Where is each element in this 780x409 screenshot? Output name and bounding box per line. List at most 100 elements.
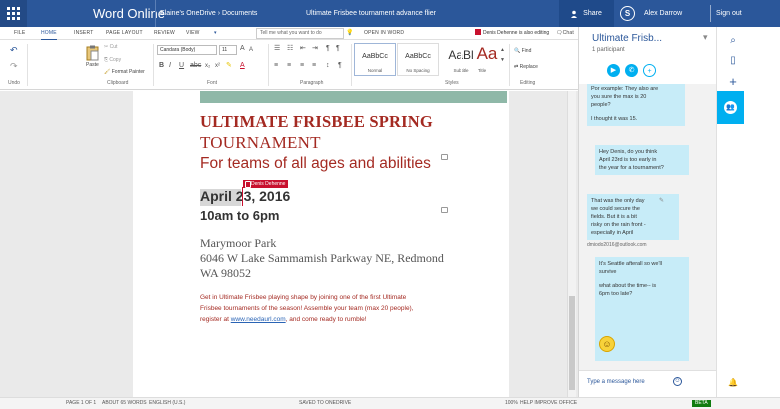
bold-icon[interactable]: B xyxy=(159,62,164,70)
beta-badge: BETA xyxy=(692,400,711,407)
find-button[interactable]: 🔍 Find xyxy=(514,48,531,54)
replace-button[interactable]: ⇄ Replace xyxy=(514,64,538,70)
style-no-spacing[interactable]: AaBbCc No Spacing xyxy=(397,43,439,76)
font-color-icon[interactable]: A xyxy=(240,62,245,70)
event-time[interactable]: 10am to 6pm xyxy=(200,208,279,223)
shrink-font-icon[interactable]: A xyxy=(249,46,253,54)
phone-call-icon[interactable]: ✆ xyxy=(625,64,638,77)
align-left-icon[interactable]: ≡ xyxy=(274,62,278,70)
share-button[interactable]: Share xyxy=(559,0,614,27)
undo-icon[interactable]: ↶ xyxy=(10,46,18,55)
tab-file[interactable]: FILE xyxy=(14,27,25,40)
copy-button[interactable]: ⎘ Copy xyxy=(104,57,121,63)
styles-scroll-down-icon[interactable]: ▼ xyxy=(500,56,505,64)
paragraph-marks-icon[interactable]: ¶ xyxy=(338,62,342,70)
comment-icon[interactable] xyxy=(441,154,448,160)
increase-indent-icon[interactable]: ⇥ xyxy=(312,45,318,53)
notification-bell-icon[interactable]: 🔔 xyxy=(728,378,738,387)
open-in-word-button[interactable]: OPEN IN WORD xyxy=(364,27,404,40)
address-line2[interactable]: 6046 W Lake Sammamish Parkway NE, Redmon… xyxy=(200,251,444,266)
italic-icon[interactable]: I xyxy=(169,62,171,70)
language-status[interactable]: ENGLISH (U.S.) xyxy=(149,400,185,406)
search-icon: 🔍 xyxy=(514,48,521,54)
style-normal[interactable]: AaBbCc Normal xyxy=(354,43,396,76)
lightbulb-icon: 💡 xyxy=(346,30,354,36)
scissors-icon: ✂ xyxy=(104,44,109,50)
coauthor-notice[interactable]: Denis Dehenne is also editing xyxy=(475,27,549,40)
share-icon xyxy=(571,10,578,18)
event-date[interactable]: April 23, 2016 xyxy=(200,188,290,204)
add-icon[interactable]: + xyxy=(726,75,740,89)
document-page[interactable] xyxy=(133,91,509,397)
line-spacing-icon[interactable]: ↕ xyxy=(326,62,330,70)
tab-chat[interactable]: 🗨Chat xyxy=(556,27,574,40)
align-center-icon[interactable]: ≡ xyxy=(287,62,291,70)
scrollbar-thumb[interactable] xyxy=(569,296,575,390)
chat-title[interactable]: Ultimate Frisb... xyxy=(592,33,662,44)
breadcrumb[interactable]: Elaine's OneDrive › Documents xyxy=(160,0,257,27)
decrease-indent-icon[interactable]: ⇤ xyxy=(300,45,306,53)
document-title[interactable]: Ultimate Frisbee tournament advance flie… xyxy=(306,0,436,27)
skype-icon[interactable]: S xyxy=(620,6,635,21)
strikethrough-icon[interactable]: abc xyxy=(190,62,201,70)
zoom-level[interactable]: 100% xyxy=(505,400,518,406)
paste-label[interactable]: Paste xyxy=(86,62,99,68)
chat-input[interactable]: Type a message here ☺ xyxy=(579,370,716,397)
contacts-book-icon[interactable]: ▯ xyxy=(726,54,740,68)
paste-icon[interactable] xyxy=(86,45,99,61)
divider xyxy=(509,44,510,86)
message-line: Por example: They also are xyxy=(591,86,659,92)
rtl-icon[interactable]: ¶ xyxy=(336,45,340,53)
style-title[interactable]: Aa Title xyxy=(461,43,503,76)
app-launcher-icon[interactable] xyxy=(0,0,27,27)
underline-icon[interactable]: U xyxy=(179,62,184,70)
heading-subtitle[interactable]: For teams of all ages and abilities xyxy=(200,155,431,173)
heading-title-line2[interactable]: TOURNAMENT xyxy=(200,133,321,153)
tab-insert[interactable]: INSERT xyxy=(74,27,93,40)
help-improve-link[interactable]: HELP IMPROVE OFFICE xyxy=(520,400,577,406)
search-icon[interactable]: ⌕ xyxy=(726,34,740,48)
add-person-icon[interactable]: + xyxy=(643,64,656,77)
redo-icon[interactable]: ↷ xyxy=(10,62,18,71)
styles-scroll-up-icon[interactable]: ▲ xyxy=(500,46,505,54)
registration-link[interactable]: www.needaurl.com xyxy=(231,316,286,323)
sign-out-link[interactable]: Sign out xyxy=(716,0,742,27)
subscript-icon[interactable]: x₂ xyxy=(205,62,210,70)
body-line3[interactable]: register at www.needaurl.com, and come r… xyxy=(200,315,367,325)
heading-title-line1[interactable]: ULTIMATE FRISBEE SPRING xyxy=(200,112,433,132)
user-name[interactable]: Alex Darrow xyxy=(644,0,682,27)
justify-icon[interactable]: ≡ xyxy=(312,62,316,70)
comment-icon[interactable] xyxy=(441,207,448,213)
edit-pencil-icon[interactable]: ✎ xyxy=(659,197,664,204)
body-line1[interactable]: Get in Ultimate Frisbee playing shape by… xyxy=(200,293,406,303)
numbering-icon[interactable]: ☷ xyxy=(287,45,293,53)
font-size-select[interactable]: 11 xyxy=(219,45,237,55)
format-painter-button[interactable]: 🖌 Format Painter xyxy=(104,69,145,75)
address-line1[interactable]: Marymoor Park xyxy=(200,236,276,251)
tab-more[interactable]: ▾ xyxy=(214,27,217,40)
chat-input-placeholder[interactable]: Type a message here xyxy=(587,379,645,385)
grow-font-icon[interactable]: A xyxy=(240,45,245,53)
message-line: survive xyxy=(599,269,617,275)
chevron-down-icon[interactable]: ▾ xyxy=(703,32,708,43)
tab-review[interactable]: REVIEW xyxy=(154,27,175,40)
superscript-icon[interactable]: x² xyxy=(215,62,220,70)
active-chat-tab[interactable]: 👥 xyxy=(717,91,744,124)
chat-message: Hey Denis, do you think April 23rd is to… xyxy=(595,145,689,175)
body-line2[interactable]: Frisbee tournaments of the season! Assem… xyxy=(200,304,414,314)
font-name-select[interactable]: Candara (Body) xyxy=(157,45,217,55)
document-scrollbar[interactable] xyxy=(567,91,576,397)
cut-button[interactable]: ✂ Cut xyxy=(104,44,117,50)
address-line3[interactable]: WA 98052 xyxy=(200,266,251,281)
tell-me-input[interactable]: Tell me what you want to do xyxy=(256,28,344,39)
video-call-icon[interactable]: ▶ xyxy=(607,64,620,77)
align-right-icon[interactable]: ≡ xyxy=(300,62,304,70)
message-list[interactable]: Por example: They also are you sure the … xyxy=(579,84,716,376)
bullets-icon[interactable]: ☰ xyxy=(274,45,280,53)
highlight-icon[interactable]: ✎ xyxy=(226,62,232,70)
tab-view[interactable]: VIEW xyxy=(186,27,200,40)
tab-page-layout[interactable]: PAGE LAYOUT xyxy=(106,27,143,40)
emoji-icon[interactable]: ☺ xyxy=(673,377,682,386)
tab-home[interactable]: HOME xyxy=(41,27,57,40)
ltr-icon[interactable]: ¶ xyxy=(326,45,330,53)
